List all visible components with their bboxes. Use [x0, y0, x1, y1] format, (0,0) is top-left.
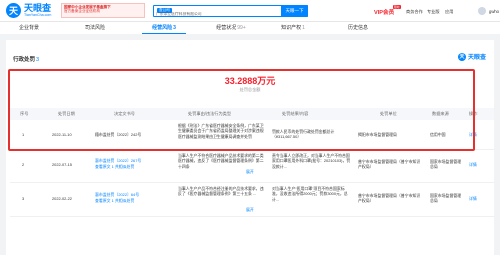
- avatar[interactable]: [478, 7, 486, 15]
- row-date: 2022-02-22: [52, 196, 72, 201]
- tab-label: 经营风险: [152, 25, 173, 31]
- highlight-box: [8, 69, 475, 151]
- tab-label: 司法风险: [84, 25, 105, 31]
- tab-label: 经营状况: [216, 25, 237, 31]
- tab-label: 知识产权: [281, 25, 302, 31]
- tab-company-background[interactable]: 企业背景: [9, 22, 49, 34]
- tab-operational-risk[interactable]: 经营风险3: [142, 22, 186, 34]
- expand-link[interactable]: 展开: [246, 169, 254, 174]
- row-date: 2022-07-15: [52, 162, 72, 167]
- search-box: 查公司 天眼一下: [153, 5, 308, 17]
- row-result: 对当事人生产“医用口罩”项目不符合国家标准，没收违法所得2000元；罚款3000…: [272, 186, 348, 202]
- search-button[interactable]: 天眼一下: [281, 5, 308, 17]
- tab-count: 3: [173, 25, 176, 31]
- row-index: 3: [22, 196, 25, 201]
- row-doc-original[interactable]: 查看原文 1 共相似处罚: [95, 198, 175, 203]
- header-link-apps[interactable]: 应用: [445, 9, 453, 15]
- search-input[interactable]: [156, 11, 276, 17]
- main-tabs: 企业背景 司法风险 经营风险3 经营状况99+ 知识产权1 历史信息: [0, 22, 500, 34]
- section-count: 3: [36, 57, 40, 63]
- logo-domain: TianYanCha.com: [24, 12, 52, 17]
- row-reason: 当事人生产产品不符合经注册的产品技术要求，违反了《医疗器械监督管理条例》第三十五…: [178, 186, 264, 197]
- detail-link[interactable]: 详情: [469, 162, 477, 167]
- header-link-pro[interactable]: 专业版: [427, 9, 440, 15]
- tab-label: 历史信息: [347, 25, 368, 31]
- vip-link[interactable]: VIP会员: [374, 8, 394, 16]
- logo-text: 天眼查 TianYanCha.com: [24, 2, 52, 18]
- tab-judicial-risk[interactable]: 司法风险: [75, 22, 115, 34]
- promo-banner[interactable]: 国家中小企业发展子基金旗下 官方备案企业征信机构: [61, 3, 145, 18]
- header-username[interactable]: gwho: [489, 9, 499, 14]
- tab-label: 企业背景: [18, 25, 39, 31]
- detail-link[interactable]: 详情: [469, 196, 477, 201]
- header-link-business[interactable]: 商务合作: [406, 9, 423, 15]
- section-title: 行政处罚3: [13, 55, 39, 63]
- section-title-text: 行政处罚: [13, 57, 36, 63]
- tab-history[interactable]: 历史信息: [338, 22, 378, 34]
- row-doc-no[interactable]: 惠市监处罚〔2022〕64号: [95, 192, 175, 197]
- banner-line-2: 官方备案企业征信机构: [64, 9, 100, 14]
- row-authority: 普宁市市场监督管理局（普宁市知识产权局）: [358, 193, 421, 204]
- tab-intellectual-property[interactable]: 知识产权1: [271, 22, 315, 34]
- row-index: 2: [22, 162, 25, 167]
- logo[interactable]: 天 天眼查 TianYanCha.com: [6, 3, 51, 18]
- row-source: 国家市场监督管理总局: [430, 193, 462, 204]
- tab-count: 1: [302, 25, 305, 31]
- logo-name: 天眼查: [24, 2, 52, 13]
- watermark: 天 天眼查: [457, 52, 486, 61]
- logo-mark-icon: 天: [6, 3, 21, 18]
- watermark-text: 天眼查: [467, 55, 486, 61]
- table-row: 2 2022-07-15 惠市监处罚〔2022〕267号 查看原文 1 共相似处…: [10, 150, 494, 183]
- row-doc-no[interactable]: 惠市监处罚〔2022〕267号: [95, 158, 175, 163]
- row-source: 国家市场监督管理总局: [430, 159, 462, 170]
- expand-link[interactable]: 展开: [246, 207, 254, 212]
- row-doc-original[interactable]: 查看原文 1 共相似处罚: [95, 164, 175, 169]
- row-result: 责令当事人立即改正，对当事人生产不符合国家用口罩医用外科口罩(批号：202101…: [272, 153, 351, 169]
- top-header: 天 天眼查 TianYanCha.com 国家中小企业发展子基金旗下 官方备案企…: [0, 0, 500, 22]
- tab-count: 99+: [237, 25, 246, 31]
- row-authority: 普宁市市场监督管理局（普宁市知识产权局）: [358, 159, 421, 170]
- table-row: 3 2022-02-22 惠市监处罚〔2022〕64号 查看原文 1 共相似处罚…: [10, 183, 494, 217]
- tab-operating-status[interactable]: 经营状况99+: [206, 22, 256, 34]
- row-reason: 当事人生产不符合医疗器械产品技术要求的第二类医疗器械，违反了《医疗器械监督管理条…: [178, 153, 264, 169]
- watermark-logo-icon: 天: [457, 52, 466, 61]
